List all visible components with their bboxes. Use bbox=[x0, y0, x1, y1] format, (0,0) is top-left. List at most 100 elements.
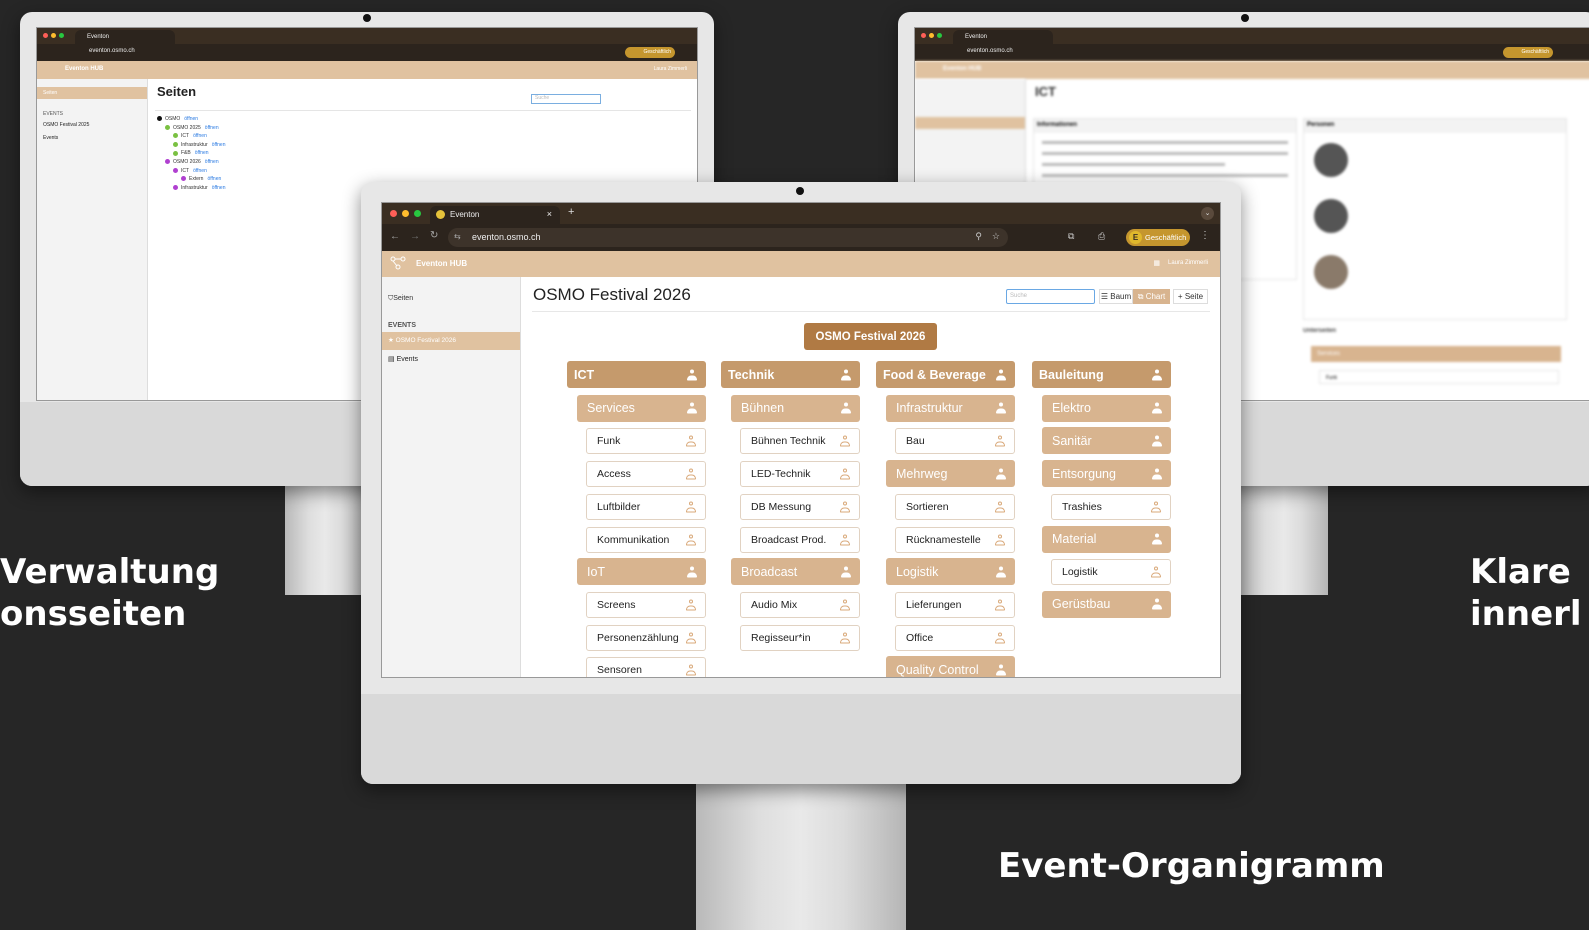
zoom-icon[interactable]: ⚲ bbox=[975, 231, 982, 242]
maximize-window-icon[interactable] bbox=[414, 210, 421, 217]
org-leaf-node[interactable]: Luftbilder bbox=[586, 493, 706, 520]
person-icon[interactable] bbox=[995, 435, 1005, 447]
tree-item[interactable]: ICT öffnen bbox=[173, 168, 207, 174]
profile-button[interactable]: Geschäftlich bbox=[1503, 47, 1553, 58]
tree-item[interactable]: ICT öffnen bbox=[173, 133, 207, 139]
org-department-node[interactable]: Technik bbox=[721, 361, 860, 388]
user-name[interactable]: Laura Zimmerli bbox=[1168, 260, 1208, 266]
person-icon[interactable] bbox=[995, 599, 1005, 611]
org-department-node[interactable]: Food & Beverage bbox=[876, 361, 1015, 388]
org-leaf-node[interactable]: Logistik bbox=[1051, 559, 1171, 586]
forward-icon[interactable]: → bbox=[410, 231, 420, 242]
user-name[interactable]: Laura Zimmerli bbox=[654, 66, 687, 72]
person-icon[interactable] bbox=[840, 501, 850, 513]
org-leaf-node[interactable]: Lieferungen bbox=[895, 591, 1015, 618]
org-group-node[interactable]: Gerüstbau bbox=[1042, 590, 1171, 618]
extensions-icon[interactable]: ⧉ bbox=[1068, 231, 1074, 242]
person-icon[interactable] bbox=[1151, 566, 1161, 578]
person-icon[interactable] bbox=[841, 566, 851, 578]
org-leaf-node[interactable]: Screens bbox=[586, 591, 706, 618]
minimize-window-icon[interactable] bbox=[402, 210, 409, 217]
close-window-icon[interactable] bbox=[921, 33, 926, 38]
url-text[interactable]: eventon.osmo.ch bbox=[89, 48, 135, 54]
person-icon[interactable] bbox=[686, 632, 696, 644]
tree-view-button[interactable]: ☰ Baum bbox=[1099, 289, 1133, 304]
subpage-funk[interactable]: Funk bbox=[1319, 370, 1559, 384]
site-settings-icon[interactable]: ⇆ bbox=[454, 232, 461, 241]
grid-icon[interactable]: ▦ bbox=[1153, 259, 1160, 267]
person-icon[interactable] bbox=[840, 435, 850, 447]
tree-item[interactable]: Infrastruktur öffnen bbox=[173, 185, 226, 191]
person-icon[interactable] bbox=[996, 402, 1006, 414]
tree-item[interactable]: F&B öffnen bbox=[173, 150, 209, 156]
reload-icon[interactable]: ↻ bbox=[430, 230, 438, 241]
person-icon[interactable] bbox=[1152, 598, 1162, 610]
person-icon[interactable] bbox=[686, 501, 696, 513]
person-icon[interactable] bbox=[996, 664, 1006, 676]
sidebar-item-event[interactable]: ★ OSMO Festival 2026 bbox=[382, 332, 520, 350]
address-field[interactable]: ⇆ eventon.osmo.ch ⚲ ☆ bbox=[448, 228, 1008, 247]
open-link[interactable]: öffnen bbox=[207, 176, 221, 182]
person-icon[interactable] bbox=[687, 566, 697, 578]
person-icon[interactable] bbox=[687, 402, 697, 414]
tree-item[interactable]: OSMO 2026 öffnen bbox=[165, 159, 219, 165]
org-group-node[interactable]: Sanitär bbox=[1042, 427, 1171, 455]
browser-tab[interactable]: Eventon × bbox=[430, 206, 560, 224]
minimize-window-icon[interactable] bbox=[929, 33, 934, 38]
org-leaf-node[interactable]: Sortieren bbox=[895, 493, 1015, 520]
sidebar-item-active[interactable] bbox=[915, 117, 1025, 129]
close-tab-icon[interactable]: × bbox=[547, 209, 552, 219]
org-group-node[interactable]: Elektro bbox=[1042, 394, 1171, 422]
org-leaf-node[interactable]: LED-Technik bbox=[740, 461, 860, 488]
person-icon[interactable] bbox=[1152, 533, 1162, 545]
close-window-icon[interactable] bbox=[390, 210, 397, 217]
close-window-icon[interactable] bbox=[43, 33, 48, 38]
back-icon[interactable]: ← bbox=[390, 231, 400, 242]
org-leaf-node[interactable]: Trashies bbox=[1051, 493, 1171, 520]
profile-button[interactable]: Geschäftlich bbox=[625, 47, 675, 58]
org-group-node[interactable]: Bühnen bbox=[731, 394, 860, 422]
search-input[interactable]: Suche bbox=[1006, 289, 1095, 304]
person-icon[interactable] bbox=[1151, 501, 1161, 513]
org-group-node[interactable]: IoT bbox=[577, 558, 706, 586]
open-link[interactable]: öffnen bbox=[193, 133, 207, 139]
person-icon[interactable] bbox=[995, 501, 1005, 513]
person-icon[interactable] bbox=[995, 632, 1005, 644]
menu-kebab-icon[interactable]: ⋮ bbox=[1200, 230, 1210, 241]
url-text[interactable]: eventon.osmo.ch bbox=[967, 48, 1013, 54]
org-leaf-node[interactable]: Personenzählung bbox=[586, 624, 706, 651]
tab-search-icon[interactable]: ⌄ bbox=[1201, 207, 1214, 220]
org-leaf-node[interactable]: Sensoren bbox=[586, 657, 706, 677]
org-leaf-node[interactable]: Regisseur*in bbox=[740, 624, 860, 651]
tree-item[interactable]: OSMO öffnen bbox=[157, 116, 198, 122]
person-icon[interactable] bbox=[840, 534, 850, 545]
sidebar-item-events[interactable]: Events bbox=[43, 135, 58, 141]
minimize-window-icon[interactable] bbox=[51, 33, 56, 38]
org-group-node[interactable]: Services bbox=[577, 394, 706, 422]
tree-item[interactable]: Extern öffnen bbox=[181, 176, 221, 182]
org-root-node[interactable]: OSMO Festival 2026 bbox=[804, 323, 937, 350]
new-tab-button[interactable]: + bbox=[568, 206, 574, 218]
org-group-node[interactable]: Entsorgung bbox=[1042, 460, 1171, 488]
person-icon[interactable] bbox=[840, 468, 850, 480]
org-group-node[interactable]: Material bbox=[1042, 525, 1171, 553]
open-link[interactable]: öffnen bbox=[212, 142, 226, 148]
org-department-node[interactable]: Bauleitung bbox=[1032, 361, 1171, 388]
sidebar-item-seiten[interactable]: ⛉Seiten bbox=[388, 295, 413, 303]
person-icon[interactable] bbox=[1152, 468, 1162, 480]
person-icon[interactable] bbox=[841, 369, 851, 380]
subpage-services[interactable]: Services bbox=[1311, 346, 1561, 362]
open-link[interactable]: öffnen bbox=[193, 168, 207, 174]
person-icon[interactable] bbox=[1152, 369, 1162, 380]
person-icon[interactable] bbox=[840, 632, 850, 644]
org-leaf-node[interactable]: DB Messung bbox=[740, 493, 860, 520]
open-link[interactable]: öffnen bbox=[212, 185, 226, 191]
open-link[interactable]: öffnen bbox=[205, 125, 219, 131]
person-icon[interactable] bbox=[841, 402, 851, 414]
tree-item[interactable]: OSMO 2025 öffnen bbox=[165, 125, 219, 131]
person-icon[interactable] bbox=[996, 566, 1006, 578]
org-leaf-node[interactable]: Rücknamestelle bbox=[895, 526, 1015, 553]
person-icon[interactable] bbox=[686, 664, 696, 676]
open-link[interactable]: öffnen bbox=[184, 116, 198, 122]
org-group-node[interactable]: Infrastruktur bbox=[886, 394, 1015, 422]
